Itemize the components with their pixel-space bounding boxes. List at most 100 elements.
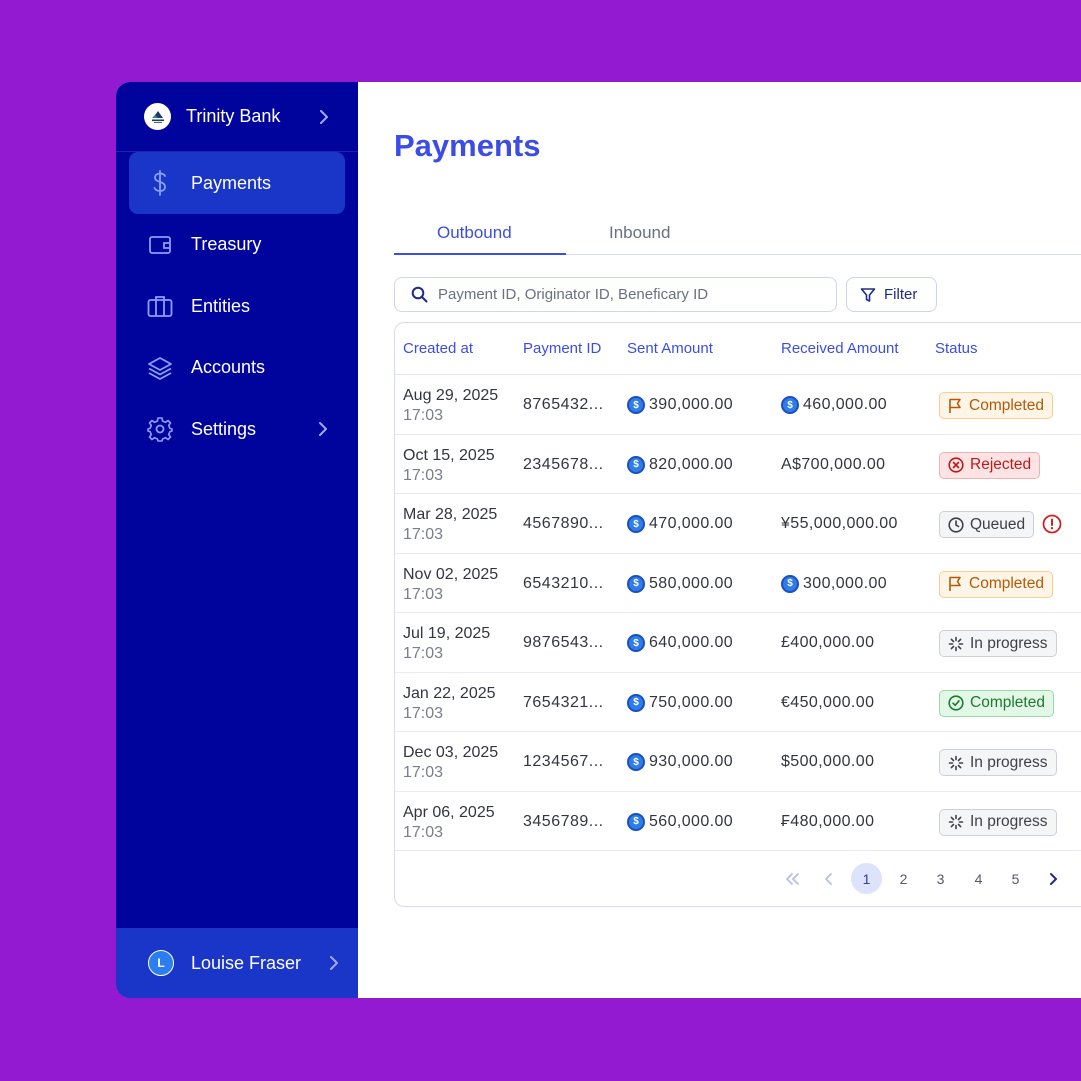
sidebar-item-label: Entities xyxy=(191,295,251,316)
sidebar-item-accounts[interactable]: Accounts xyxy=(129,337,345,399)
page-title: Payments xyxy=(394,128,541,163)
column-header-sent-amount[interactable]: Sent Amount xyxy=(627,340,713,357)
page-button-2[interactable]: 2 xyxy=(888,863,919,894)
time-text: 17:03 xyxy=(403,466,444,484)
page-button-5[interactable]: 5 xyxy=(1000,863,1031,894)
search-icon xyxy=(411,286,428,303)
app-window: Trinity Bank Payments Treasury Entities … xyxy=(116,82,1081,998)
time-text: 17:03 xyxy=(403,645,444,662)
created-at-cell: Jan 22, 2025 17:03 xyxy=(403,684,496,724)
table-row[interactable]: Aug 29, 2025 17:03 8765432... $390,000.00… xyxy=(395,375,1081,435)
status-badge: Completed xyxy=(939,392,1053,419)
wallet-icon xyxy=(147,232,173,258)
chevron-right-icon xyxy=(319,422,327,437)
table-row[interactable]: Jul 19, 2025 17:03 9876543... $640,000.00… xyxy=(395,613,1081,673)
tab-bar: Outbound Inbound xyxy=(394,218,1081,255)
usdc-coin-icon: $ xyxy=(627,574,645,593)
usdc-coin-icon: $ xyxy=(627,753,645,771)
filter-label: Filter xyxy=(884,286,918,303)
amount-text: 820,000.00 xyxy=(649,455,734,473)
table-row[interactable]: Jan 22, 2025 17:03 7654321... $750,000.00… xyxy=(395,673,1081,732)
table-header: Created at Payment ID Sent Amount Receiv… xyxy=(395,323,1081,375)
created-at-cell: Dec 03, 2025 17:03 xyxy=(403,743,498,783)
table-row[interactable]: Dec 03, 2025 17:03 1234567... $930,000.00… xyxy=(395,732,1081,792)
status-text: Rejected xyxy=(970,456,1032,473)
created-at-cell: Aug 29, 2025 17:03 xyxy=(403,386,498,426)
alert-icon[interactable] xyxy=(1042,514,1062,539)
date-text: Dec 03, 2025 xyxy=(403,744,499,761)
sidebar-item-treasury[interactable]: Treasury xyxy=(129,214,345,276)
payment-id-cell: 7654321... xyxy=(523,693,604,711)
column-header-status[interactable]: Status xyxy=(935,340,978,357)
search-input[interactable]: Payment ID, Originator ID, Beneficary ID xyxy=(394,277,837,312)
date-text: Oct 15, 2025 xyxy=(403,446,495,464)
received-amount-cell: A$700,000.00 xyxy=(781,456,885,474)
column-header-payment-id[interactable]: Payment ID xyxy=(523,340,601,357)
amount-text: 390,000.00 xyxy=(649,396,734,413)
payment-id-cell: 2345678... xyxy=(523,455,604,473)
page-button-3[interactable]: 3 xyxy=(925,863,956,894)
sidebar-nav: Payments Treasury Entities Accounts Sett… xyxy=(116,152,358,460)
time-text: 17:03 xyxy=(403,823,444,841)
briefcase-icon xyxy=(147,293,173,319)
amount-text: A$700,000.00 xyxy=(781,455,886,473)
column-header-created-at[interactable]: Created at xyxy=(403,340,473,357)
filter-button[interactable]: Filter xyxy=(846,277,937,312)
time-text: 17:03 xyxy=(403,764,444,781)
avatar: L xyxy=(148,950,174,976)
filter-icon xyxy=(860,287,876,302)
tab-outbound[interactable]: Outbound xyxy=(437,223,512,243)
sidebar-item-label: Treasury xyxy=(191,234,262,255)
chevron-right-icon xyxy=(320,109,328,124)
status-badge: In progress xyxy=(939,749,1057,776)
status-text: Queued xyxy=(970,515,1026,533)
status-text: Completed xyxy=(969,575,1044,592)
table-row[interactable]: Mar 28, 2025 17:03 4567890... $470,000.00… xyxy=(395,494,1081,554)
gear-icon xyxy=(147,416,173,443)
date-text: Mar 28, 2025 xyxy=(403,506,498,523)
created-at-cell: Jul 19, 2025 17:03 xyxy=(403,624,490,664)
flag-icon xyxy=(948,398,963,414)
amount-text: 750,000.00 xyxy=(649,693,734,711)
column-header-received-amount[interactable]: Received Amount xyxy=(781,340,899,357)
status-text: In progress xyxy=(970,634,1048,652)
usdc-coin-icon: $ xyxy=(627,634,645,652)
sidebar-item-settings[interactable]: Settings xyxy=(129,399,345,461)
sent-amount-cell: $580,000.00 xyxy=(627,574,734,593)
page-button-1[interactable]: 1 xyxy=(851,863,882,894)
time-text: 17:03 xyxy=(403,526,444,543)
date-text: Apr 06, 2025 xyxy=(403,803,495,821)
search-placeholder: Payment ID, Originator ID, Beneficary ID xyxy=(438,286,709,303)
usdc-coin-icon: $ xyxy=(781,574,799,593)
amount-text: 930,000.00 xyxy=(649,753,734,770)
bank-switcher[interactable]: Trinity Bank xyxy=(116,82,358,152)
table-row[interactable]: Nov 02, 2025 17:03 6543210... $580,000.00… xyxy=(395,554,1081,613)
payments-table: Created at Payment ID Sent Amount Receiv… xyxy=(394,322,1081,907)
received-amount-cell: ¥55,000,000.00 xyxy=(781,515,898,533)
sidebar-item-entities[interactable]: Entities xyxy=(129,276,345,338)
received-amount-cell: $460,000.00 xyxy=(781,396,887,414)
user-menu[interactable]: L Louise Fraser xyxy=(116,928,358,998)
status-badge: Completed xyxy=(939,689,1054,717)
sidebar-item-label: Payments xyxy=(191,172,272,193)
status-text: In progress xyxy=(970,753,1048,771)
first-page-icon[interactable] xyxy=(776,863,807,894)
next-page-icon[interactable] xyxy=(1037,863,1068,894)
amount-text: 640,000.00 xyxy=(649,634,734,651)
amount-text: 300,000.00 xyxy=(803,574,888,592)
date-text: Jul 19, 2025 xyxy=(403,625,491,642)
usdc-coin-icon: $ xyxy=(627,693,645,712)
created-at-cell: Mar 28, 2025 17:03 xyxy=(403,505,497,545)
amount-text: €450,000.00 xyxy=(781,693,875,711)
time-text: 17:03 xyxy=(403,407,444,424)
tab-inbound[interactable]: Inbound xyxy=(609,223,670,243)
table-row[interactable]: Oct 15, 2025 17:03 2345678... $820,000.00… xyxy=(395,435,1081,494)
prev-page-icon[interactable] xyxy=(813,863,844,894)
amount-text: 560,000.00 xyxy=(649,812,734,830)
bank-name: Trinity Bank xyxy=(186,106,281,126)
amount-text: 580,000.00 xyxy=(649,574,734,592)
table-row[interactable]: Apr 06, 2025 17:03 3456789... $560,000.00… xyxy=(395,792,1081,851)
sidebar-item-payments[interactable]: Payments xyxy=(129,152,345,214)
page-button-4[interactable]: 4 xyxy=(963,863,994,894)
created-at-cell: Nov 02, 2025 17:03 xyxy=(403,565,498,605)
